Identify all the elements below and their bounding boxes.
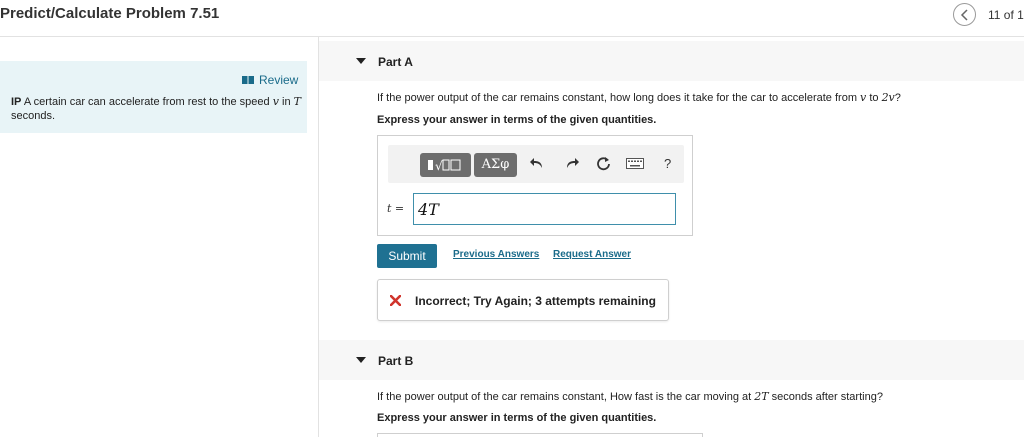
page-title: Predict/Calculate Problem 7.51 — [0, 5, 220, 22]
problem-prefix: IP — [11, 96, 22, 108]
caret-down-icon — [356, 58, 366, 64]
part-b-question: If the power output of the car remains c… — [377, 390, 883, 403]
request-answer-link[interactable]: Request Answer — [553, 249, 631, 260]
var-T: T — [293, 95, 301, 108]
reset-icon[interactable] — [596, 156, 611, 171]
problem-statement: IP A certain car can accelerate from res… — [11, 95, 301, 123]
part-a-instruction: Express your answer in terms of the give… — [377, 114, 657, 126]
svg-text:√: √ — [435, 159, 443, 173]
greek-symbols-button[interactable]: ΑΣφ — [474, 153, 517, 177]
red-x-icon — [390, 295, 401, 306]
feedback-box: Incorrect; Try Again; 3 attempts remaini… — [377, 279, 669, 321]
part-a-question-text-1: If the power output of the car remains c… — [377, 92, 861, 104]
var-2T: 2T — [754, 390, 769, 403]
chevron-left-icon — [960, 9, 968, 21]
part-b-question-text-1: If the power output of the car remains c… — [377, 391, 755, 403]
keyboard-icon[interactable] — [626, 158, 644, 169]
part-b-header[interactable]: Part B — [319, 340, 1024, 380]
var-2v: 2v — [881, 91, 895, 104]
part-b-instruction: Express your answer in terms of the give… — [377, 412, 657, 424]
answer-editor: √ ΑΣφ ? t = 4T — [377, 135, 693, 236]
redo-icon[interactable] — [565, 157, 579, 169]
part-b-label: Part B — [378, 354, 414, 368]
answer-value: 4T — [418, 200, 439, 219]
review-link[interactable]: Review — [242, 73, 298, 87]
part-a-question: If the power output of the car remains c… — [377, 91, 901, 104]
part-b-answer-editor — [377, 433, 703, 437]
problem-text-1: A certain car can accelerate from rest t… — [21, 96, 273, 108]
problem-text-3: seconds. — [11, 110, 56, 122]
book-icon — [242, 76, 254, 84]
header-bar: Predict/Calculate Problem 7.51 11 of 1 — [0, 0, 1024, 37]
problem-text-2: in — [278, 96, 294, 108]
answer-variable-text: t = — [387, 202, 405, 215]
previous-problem-button[interactable] — [953, 3, 976, 26]
math-toolbar: √ ΑΣφ ? — [388, 145, 684, 183]
caret-down-icon — [356, 357, 366, 363]
review-label: Review — [259, 73, 299, 87]
answer-input[interactable]: 4T — [413, 193, 676, 225]
undo-icon[interactable] — [530, 157, 544, 169]
part-b-question-text-2: seconds after starting? — [768, 391, 883, 403]
previous-answers-link[interactable]: Previous Answers — [453, 249, 539, 260]
submit-button[interactable]: Submit — [377, 244, 437, 268]
part-a-header[interactable]: Part A — [319, 41, 1024, 81]
answer-variable-label: t = — [387, 202, 404, 215]
part-a-question-text-2: to — [866, 92, 882, 104]
templates-icon: √ — [428, 159, 461, 173]
part-a-question-text-3: ? — [894, 92, 901, 104]
help-button[interactable]: ? — [664, 156, 671, 171]
part-a-label: Part A — [378, 55, 413, 69]
templates-button[interactable]: √ — [420, 153, 471, 177]
problem-counter: 11 of 1 — [988, 8, 1024, 22]
feedback-text: Incorrect; Try Again; 3 attempts remaini… — [415, 294, 656, 308]
